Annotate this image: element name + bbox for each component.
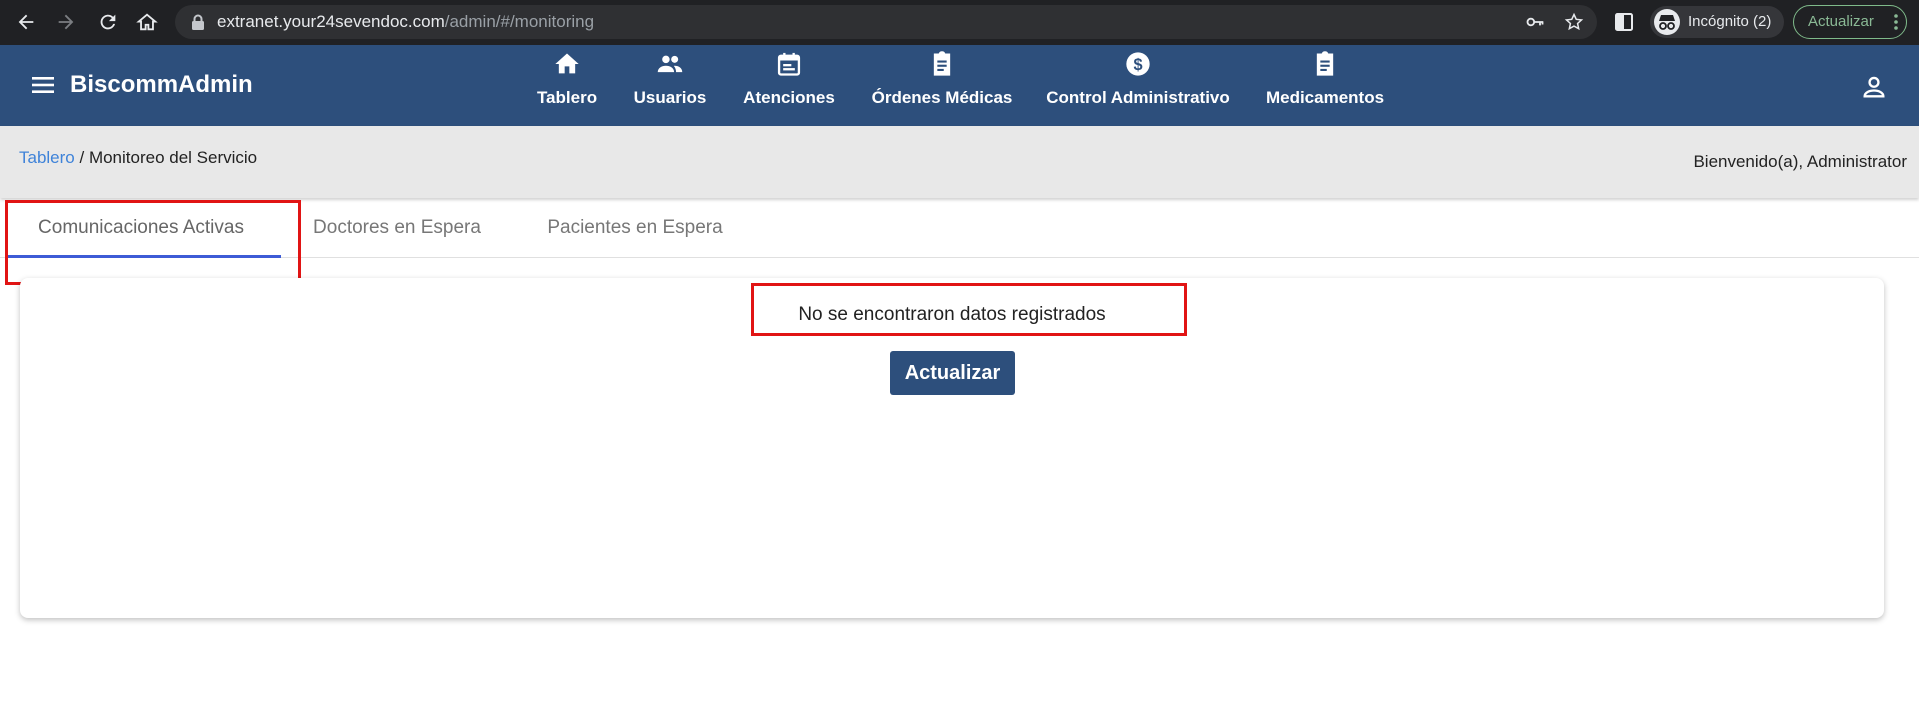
- highlight-box-empty-message: [751, 283, 1187, 336]
- incognito-label: Incógnito (2): [1688, 13, 1772, 30]
- star-icon[interactable]: [1564, 12, 1584, 32]
- side-panel-icon[interactable]: [1613, 11, 1635, 33]
- reload-button[interactable]: [94, 8, 122, 36]
- home-button[interactable]: [133, 8, 161, 36]
- breadcrumb-bar: Tablero / Monitoreo del Servicio Bienven…: [0, 126, 1919, 198]
- breadcrumb-current: Monitoreo del Servicio: [88, 148, 258, 167]
- browser-update-button[interactable]: Actualizar: [1793, 5, 1907, 39]
- nav-label: Control Administrativo: [1046, 88, 1230, 107]
- breadcrumb: Tablero / Monitoreo del Servicio: [19, 148, 257, 168]
- url-text: extranet.your24sevendoc.com/admin/#/moni…: [217, 12, 595, 31]
- breadcrumb-separator: /: [74, 148, 89, 167]
- home-outline-icon: [136, 13, 158, 31]
- dollar-icon: $: [1126, 52, 1150, 76]
- account-icon[interactable]: [1860, 73, 1888, 101]
- app-header: BiscommAdmin Tablero Usuarios Atenciones…: [0, 45, 1919, 126]
- nav-item-control-administrativo[interactable]: $ Control Administrativo: [1046, 45, 1230, 126]
- clipboard-icon: [1316, 51, 1334, 76]
- nav-label: Órdenes Médicas: [871, 88, 1013, 107]
- incognito-indicator[interactable]: Incógnito (2): [1650, 6, 1784, 38]
- people-icon: [657, 55, 683, 73]
- breadcrumb-link-tablero[interactable]: Tablero: [19, 148, 75, 167]
- nav-label: Tablero: [536, 88, 598, 107]
- home-icon: [555, 53, 579, 74]
- nav-item-usuarios[interactable]: Usuarios: [634, 45, 706, 126]
- hamburger-menu-icon[interactable]: [30, 73, 56, 97]
- nav-label: Usuarios: [633, 88, 707, 107]
- app-brand[interactable]: BiscommAdmin: [70, 71, 253, 99]
- arrow-right-icon: [58, 14, 74, 30]
- nav-label: Atenciones: [743, 88, 835, 107]
- arrow-left-icon: [18, 14, 34, 30]
- key-icon[interactable]: [1525, 12, 1545, 32]
- nav-item-tablero[interactable]: Tablero: [536, 45, 598, 126]
- tab-doctores-en-espera[interactable]: Doctores en Espera: [302, 200, 492, 258]
- forward-button[interactable]: [52, 8, 80, 36]
- nav-item-ordenes-medicas[interactable]: Órdenes Médicas: [872, 45, 1012, 126]
- browser-toolbar: extranet.your24sevendoc.com/admin/#/moni…: [0, 0, 1919, 45]
- nav-label: Medicamentos: [1265, 88, 1385, 107]
- address-bar[interactable]: extranet.your24sevendoc.com/admin/#/moni…: [175, 5, 1597, 39]
- nav-item-medicamentos[interactable]: Medicamentos: [1265, 45, 1385, 126]
- incognito-icon: [1654, 9, 1680, 35]
- reload-icon: [100, 14, 116, 30]
- highlight-box-active-tab: [5, 200, 301, 285]
- welcome-text: Bienvenido(a), Administrator: [1693, 152, 1907, 171]
- calendar-icon: [777, 52, 801, 76]
- svg-text:$: $: [1133, 56, 1142, 74]
- tab-pacientes-en-espera[interactable]: Pacientes en Espera: [532, 200, 738, 258]
- refresh-button[interactable]: Actualizar: [890, 351, 1015, 395]
- back-button[interactable]: [12, 8, 40, 36]
- kebab-menu-icon: [1894, 14, 1898, 30]
- nav-item-atenciones[interactable]: Atenciones: [743, 45, 835, 126]
- clipboard-icon: [933, 51, 951, 76]
- lock-icon: [192, 14, 204, 30]
- browser-update-label: Actualizar: [1808, 13, 1874, 30]
